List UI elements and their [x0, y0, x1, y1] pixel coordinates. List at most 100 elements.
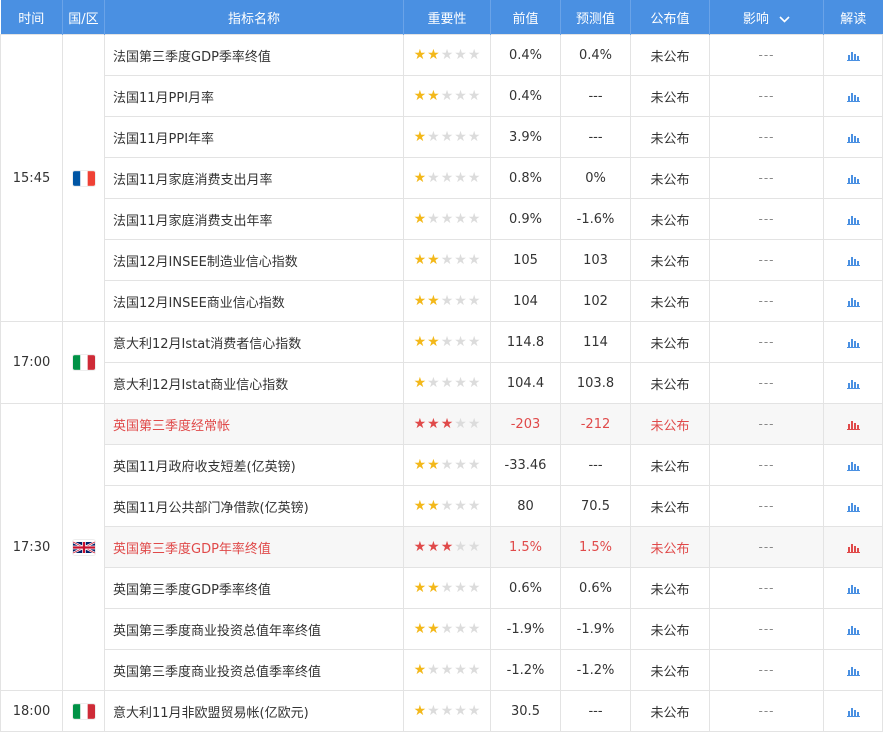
- indicator-name[interactable]: 英国11月政府收支短差(亿英镑): [104, 444, 404, 486]
- header-time: 时间: [0, 0, 63, 35]
- time-cell: 17:30: [0, 403, 63, 691]
- bar-chart-icon[interactable]: [846, 212, 860, 227]
- impact-value: ---: [709, 690, 824, 732]
- bar-chart-icon[interactable]: [846, 48, 860, 63]
- star-empty-icon: ★: [454, 251, 467, 268]
- table-row: 法国12月INSEE制造业信心指数 ★ ★ ★ ★ ★ 105 103 未公布 ---: [1, 239, 883, 281]
- star-empty-icon: ★: [427, 210, 440, 227]
- bar-chart-icon[interactable]: [846, 581, 860, 596]
- bar-chart-icon[interactable]: [846, 335, 860, 350]
- indicator-name[interactable]: 英国第三季度GDP季率终值: [104, 567, 404, 609]
- star-empty-icon: ★: [467, 415, 481, 432]
- star-filled-icon: ★: [413, 702, 427, 719]
- indicator-name[interactable]: 英国第三季度商业投资总值季率终值: [104, 649, 404, 691]
- bar-chart-icon[interactable]: [846, 499, 860, 514]
- bar-chart-icon[interactable]: [846, 417, 860, 432]
- indicator-name[interactable]: 法国11月家庭消费支出年率: [104, 198, 404, 240]
- bar-chart-icon[interactable]: [846, 89, 860, 104]
- analysis-cell[interactable]: [823, 34, 883, 76]
- time-cell: 15:45: [0, 34, 63, 322]
- star-empty-icon: ★: [467, 87, 481, 104]
- indicator-name[interactable]: 意大利12月Istat消费者信心指数: [104, 321, 404, 363]
- star-filled-icon: ★: [427, 333, 440, 350]
- indicator-name[interactable]: 法国第三季度GDP季率终值: [104, 34, 404, 76]
- indicator-name[interactable]: 英国11月公共部门净借款(亿英镑): [104, 485, 404, 527]
- forecast-value: -1.2%: [560, 649, 631, 691]
- star-empty-icon: ★: [454, 538, 467, 555]
- forecast-value: 103.8: [560, 362, 631, 404]
- analysis-cell[interactable]: [823, 116, 883, 158]
- analysis-cell[interactable]: [823, 157, 883, 199]
- star-filled-icon: ★: [413, 333, 427, 350]
- analysis-cell[interactable]: [823, 75, 883, 117]
- chevron-down-icon[interactable]: [779, 15, 790, 23]
- indicator-name[interactable]: 意大利11月非欧盟贸易帐(亿欧元): [104, 690, 404, 732]
- actual-value: 未公布: [630, 239, 710, 281]
- actual-value: 未公布: [630, 526, 710, 568]
- star-empty-icon: ★: [427, 702, 440, 719]
- prev-value: 0.9%: [490, 198, 561, 240]
- indicator-name[interactable]: 法国11月PPI月率: [104, 75, 404, 117]
- indicator-name[interactable]: 法国11月PPI年率: [104, 116, 404, 158]
- indicator-name[interactable]: 法国11月家庭消费支出月率: [104, 157, 404, 199]
- analysis-cell[interactable]: [823, 362, 883, 404]
- analysis-cell[interactable]: [823, 321, 883, 363]
- analysis-cell[interactable]: [823, 198, 883, 240]
- header-impact[interactable]: 影响: [709, 0, 824, 35]
- analysis-cell[interactable]: [823, 239, 883, 281]
- bar-chart-icon[interactable]: [846, 171, 860, 186]
- star-filled-icon: ★: [413, 579, 427, 596]
- star-empty-icon: ★: [440, 46, 454, 63]
- event-time: 17:30: [12, 539, 51, 555]
- indicator-name[interactable]: 法国12月INSEE商业信心指数: [104, 280, 404, 322]
- indicator-name[interactable]: 英国第三季度经常帐: [104, 403, 404, 445]
- actual-value: 未公布: [630, 649, 710, 691]
- importance-stars: ★ ★ ★ ★ ★: [414, 663, 481, 677]
- star-filled-icon: ★: [413, 497, 427, 514]
- analysis-cell[interactable]: [823, 485, 883, 527]
- bar-chart-icon[interactable]: [846, 130, 860, 145]
- star-empty-icon: ★: [454, 87, 467, 104]
- impact-value: ---: [709, 649, 824, 691]
- importance-cell: ★ ★ ★ ★ ★: [403, 608, 491, 650]
- bar-chart-icon[interactable]: [846, 294, 860, 309]
- star-filled-icon: ★: [427, 620, 440, 637]
- bar-chart-icon[interactable]: [846, 253, 860, 268]
- prev-value: 30.5: [490, 690, 561, 732]
- bar-chart-icon[interactable]: [846, 376, 860, 391]
- analysis-cell[interactable]: [823, 444, 883, 486]
- star-filled-icon: ★: [427, 292, 440, 309]
- indicator-name[interactable]: 意大利12月Istat商业信心指数: [104, 362, 404, 404]
- importance-cell: ★ ★ ★ ★ ★: [403, 690, 491, 732]
- analysis-cell[interactable]: [823, 567, 883, 609]
- star-empty-icon: ★: [454, 497, 467, 514]
- importance-cell: ★ ★ ★ ★ ★: [403, 198, 491, 240]
- star-empty-icon: ★: [454, 661, 467, 678]
- prev-value: -1.9%: [490, 608, 561, 650]
- analysis-cell[interactable]: [823, 526, 883, 568]
- analysis-cell[interactable]: [823, 608, 883, 650]
- indicator-name[interactable]: 英国第三季度商业投资总值年率终值: [104, 608, 404, 650]
- prev-value: 3.9%: [490, 116, 561, 158]
- bar-chart-icon[interactable]: [846, 704, 860, 719]
- bar-chart-icon[interactable]: [846, 622, 860, 637]
- analysis-cell[interactable]: [823, 403, 883, 445]
- bar-chart-icon[interactable]: [846, 458, 860, 473]
- analysis-cell[interactable]: [823, 649, 883, 691]
- star-empty-icon: ★: [440, 456, 454, 473]
- importance-cell: ★ ★ ★ ★ ★: [403, 34, 491, 76]
- actual-value: 未公布: [630, 444, 710, 486]
- flag-it-icon: [72, 703, 95, 719]
- analysis-cell[interactable]: [823, 280, 883, 322]
- importance-cell: ★ ★ ★ ★ ★: [403, 526, 491, 568]
- indicator-name[interactable]: 英国第三季度GDP年率终值: [104, 526, 404, 568]
- bar-chart-icon[interactable]: [846, 540, 860, 555]
- bar-chart-icon[interactable]: [846, 663, 860, 678]
- analysis-cell[interactable]: [823, 690, 883, 732]
- economic-calendar-table: 时间 国/区 指标名称 重要性 前值 预测值 公布值 影响 解读 15:45 法国…: [0, 0, 883, 732]
- indicator-name[interactable]: 法国12月INSEE制造业信心指数: [104, 239, 404, 281]
- star-empty-icon: ★: [440, 374, 454, 391]
- star-filled-icon: ★: [413, 210, 427, 227]
- star-empty-icon: ★: [440, 333, 454, 350]
- impact-value: ---: [709, 321, 824, 363]
